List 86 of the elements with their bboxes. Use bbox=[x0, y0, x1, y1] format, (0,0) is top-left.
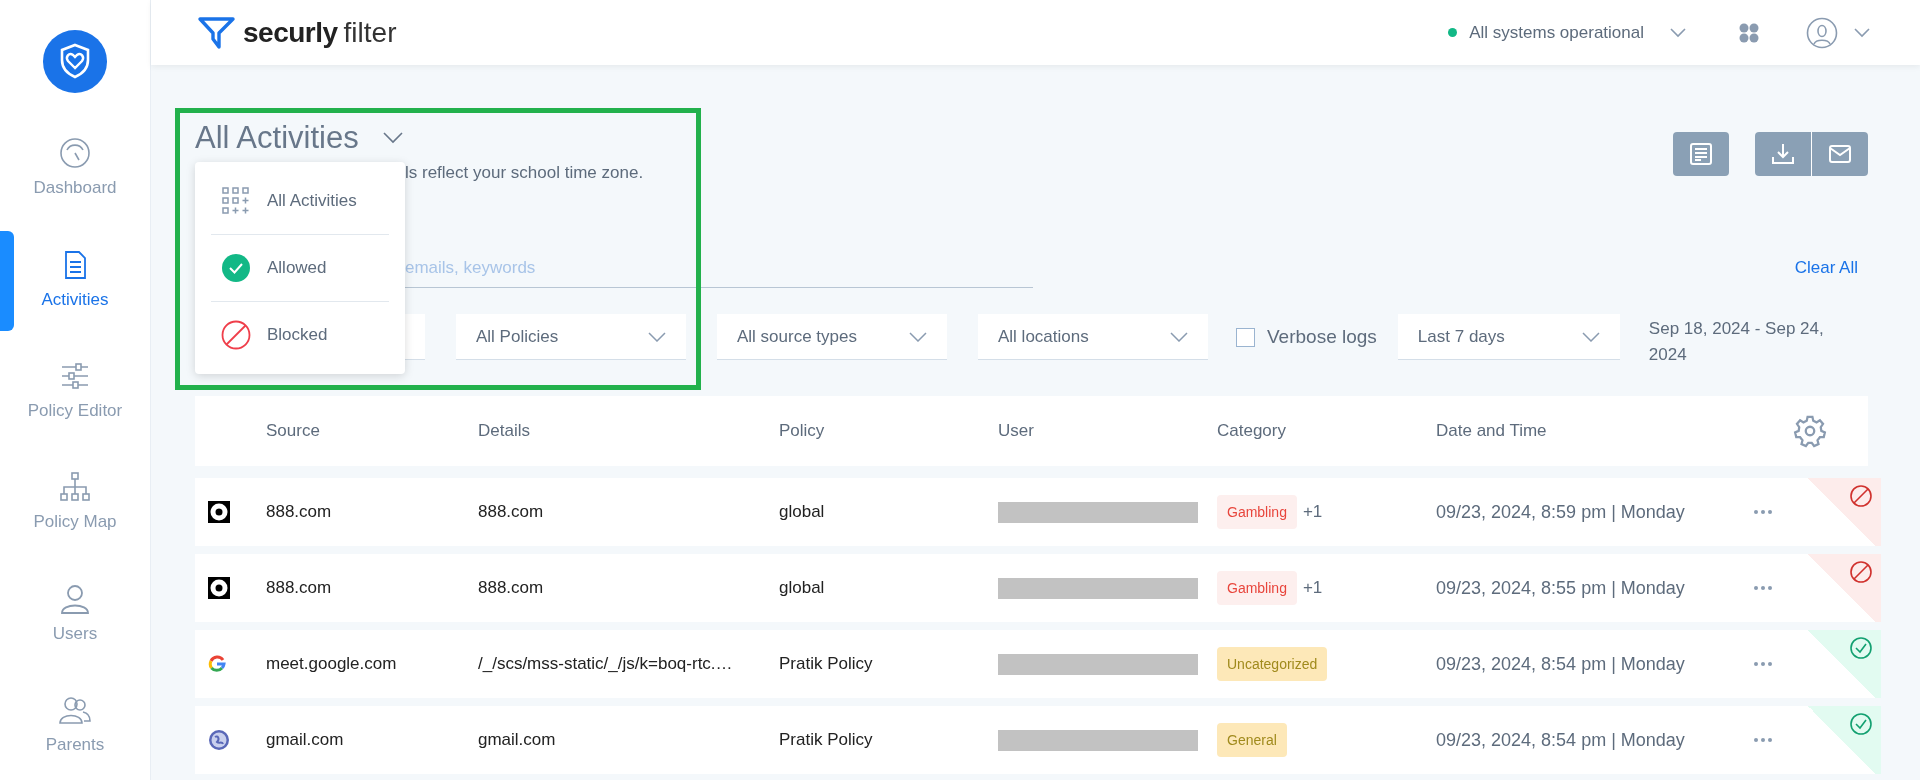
download-button[interactable] bbox=[1755, 132, 1811, 176]
column-header: Details bbox=[478, 421, 531, 441]
apps-icon[interactable] bbox=[1738, 21, 1760, 44]
chevron-down-icon bbox=[1670, 27, 1686, 38]
date-time-cell-text: 09/23, 2024, 8:54 pm | Monday bbox=[1436, 653, 1686, 675]
source-cell-text: 888.com bbox=[266, 578, 333, 598]
more-categories-count: +1 bbox=[1302, 502, 1323, 522]
timezone-note: ls reflect your school time zone. bbox=[405, 163, 645, 183]
sidebar-item[interactable]: Users bbox=[0, 557, 150, 669]
sidebar-label: Parents bbox=[45, 735, 105, 756]
period-dropdown[interactable]: Last 7 days bbox=[1397, 314, 1620, 360]
sidebar-label: Dashboard bbox=[33, 178, 117, 199]
chevron-down-icon bbox=[382, 132, 403, 144]
filter-dropdown[interactable]: All Policies bbox=[456, 314, 686, 360]
menu-item[interactable]: All Activities bbox=[211, 168, 389, 235]
category-tag: Gambling bbox=[1217, 571, 1297, 605]
activity-type-dropdown[interactable]: All Activities bbox=[195, 120, 403, 156]
policy-cell-text: Pratik Policy bbox=[779, 654, 874, 674]
google-icon bbox=[208, 655, 226, 673]
settings-icon[interactable] bbox=[1793, 414, 1827, 448]
check-circle-icon bbox=[221, 253, 251, 283]
blocked-icon bbox=[1849, 560, 1873, 584]
globe-icon bbox=[208, 729, 230, 751]
date-time-cell-text: 09/23, 2024, 8:59 pm | Monday bbox=[1436, 501, 1686, 523]
more-icon[interactable] bbox=[1753, 661, 1773, 667]
column-header: Date and Time bbox=[1436, 421, 1548, 441]
category-tag: Gambling bbox=[1217, 495, 1297, 529]
column-header: Category bbox=[1217, 421, 1287, 441]
category-tag: Uncategorized bbox=[1217, 647, 1328, 681]
grid-icon bbox=[221, 186, 251, 216]
column-header: User bbox=[998, 421, 1035, 441]
date-time-cell-text: 09/23, 2024, 8:54 pm | Monday bbox=[1436, 729, 1686, 751]
sidebar-label: Policy Map bbox=[33, 512, 117, 533]
sidebar-label: Activities bbox=[41, 289, 109, 310]
policy-cell-text: global bbox=[779, 502, 826, 522]
column-header: Policy bbox=[779, 421, 826, 441]
account-menu[interactable] bbox=[1806, 16, 1870, 49]
sidebar-item[interactable]: Parents bbox=[0, 668, 150, 780]
policy-cell-text: global bbox=[779, 578, 826, 598]
date-range: Sep 18, 2024 - Sep 24, 2024 bbox=[1648, 318, 1825, 366]
menu-item[interactable]: Allowed bbox=[211, 235, 389, 302]
details-cell-text: 888.com bbox=[478, 578, 545, 598]
policy-cell-text: Pratik Policy bbox=[779, 730, 874, 750]
check-circle-icon bbox=[1849, 636, 1873, 660]
site-icon bbox=[208, 577, 230, 599]
sidebar-item[interactable]: Activities bbox=[0, 222, 150, 335]
sidebar-item[interactable]: Policy Editor bbox=[0, 334, 150, 446]
email-button[interactable] bbox=[1812, 132, 1868, 176]
site-icon bbox=[208, 501, 230, 523]
list-icon bbox=[1688, 141, 1714, 167]
download-icon bbox=[1770, 141, 1796, 167]
clear-all-link[interactable]: Clear All bbox=[1794, 258, 1858, 278]
details-cell-text: /_/scs/mss-static/_/js/k=boq-rtc.… bbox=[478, 654, 734, 674]
chevron-down-icon bbox=[909, 331, 927, 342]
column-header: Source bbox=[266, 421, 321, 441]
system-status-dropdown[interactable]: All systems operational bbox=[1448, 22, 1686, 43]
chevron-down-icon bbox=[648, 331, 666, 342]
chevron-down-icon bbox=[1170, 331, 1188, 342]
blocked-icon bbox=[221, 320, 251, 350]
check-circle-icon bbox=[1849, 712, 1873, 736]
menu-item[interactable]: Blocked bbox=[211, 302, 389, 368]
source-cell-text: 888.com bbox=[266, 502, 333, 522]
more-icon[interactable] bbox=[1753, 585, 1773, 591]
avatar-icon bbox=[1806, 16, 1838, 49]
source-cell-text: gmail.com bbox=[266, 730, 345, 750]
sidebar-label: Policy Editor bbox=[27, 401, 123, 422]
sidebar-item[interactable]: Policy Map bbox=[0, 445, 150, 558]
filter-dropdown[interactable]: All locations bbox=[978, 314, 1208, 360]
more-icon[interactable] bbox=[1753, 509, 1773, 515]
chevron-down-icon bbox=[1854, 27, 1870, 38]
chevron-down-icon bbox=[1581, 331, 1600, 342]
gauge-icon bbox=[58, 136, 92, 171]
sidebar-item[interactable]: Dashboard bbox=[0, 111, 150, 223]
brand-logo: securly filter bbox=[197, 14, 397, 51]
more-icon[interactable] bbox=[1753, 737, 1773, 743]
details-cell-text: 888.com bbox=[478, 502, 545, 522]
verbose-logs-checkbox[interactable]: Verbose logs bbox=[1236, 314, 1377, 360]
report-button[interactable] bbox=[1673, 132, 1729, 176]
filter-dropdown[interactable]: All source types bbox=[717, 314, 947, 360]
date-time-cell-text: 09/23, 2024, 8:55 pm | Monday bbox=[1436, 577, 1686, 599]
category-tag: General bbox=[1217, 723, 1287, 757]
sidebar-label: Users bbox=[52, 623, 98, 644]
more-categories-count: +1 bbox=[1302, 578, 1323, 598]
source-cell-text: meet.google.com bbox=[266, 654, 398, 674]
blocked-icon bbox=[1849, 484, 1873, 508]
details-cell-text: gmail.com bbox=[478, 730, 557, 750]
